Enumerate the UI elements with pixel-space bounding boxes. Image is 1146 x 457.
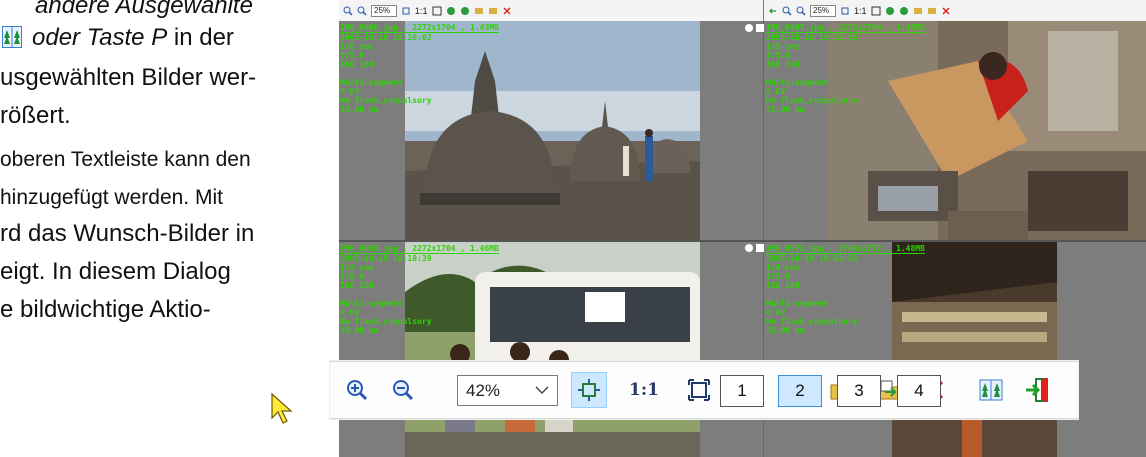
doc-line: eigt. In diesem Dialog (0, 258, 231, 286)
delete-icon[interactable] (502, 6, 512, 16)
move-to-icon[interactable] (488, 6, 498, 16)
doc-line: oder Taste P in der (2, 24, 234, 52)
indicator-square (756, 244, 764, 252)
exit-button[interactable] (1020, 372, 1054, 408)
exit-icon (1026, 378, 1048, 402)
doc-text: usgewählten Bilder wer- (0, 64, 257, 91)
layout-button-2[interactable]: 2 (778, 375, 822, 407)
zoom-in-icon[interactable] (343, 6, 353, 16)
doc-text: oberen Textleiste kann den (0, 148, 251, 171)
zoom-in-icon[interactable] (782, 6, 792, 16)
zoom-in-button[interactable] (340, 372, 374, 408)
zoom-value: 42% (466, 381, 501, 400)
doc-text: oder Taste P (32, 24, 168, 51)
pane-gap (1057, 242, 1146, 457)
mouse-cursor-icon (271, 392, 293, 424)
indicator-dot (745, 244, 753, 252)
layout-button-3[interactable]: 3 (837, 375, 881, 407)
layout-button-1[interactable]: 1 (720, 375, 764, 407)
exif-overlay: IMG_0888.jpg , 2272x1704 , 1.46MB 2005-1… (340, 244, 499, 335)
exif-overlay: IMG_0887.jpg , 2272x1704 , 1.48MB 2005-1… (766, 23, 925, 114)
doc-line: rd das Wunsch-Bilder in (0, 220, 254, 248)
doc-text: hinzugefügt werden. Mit (0, 186, 223, 209)
copy-to-icon[interactable] (913, 6, 923, 16)
fit-to-window-icon (578, 379, 600, 401)
compare-icon (2, 26, 22, 48)
move-to-icon[interactable] (927, 6, 937, 16)
chevron-down-icon (535, 386, 549, 395)
pane-indicators (745, 24, 764, 32)
zoom-out-icon[interactable] (796, 6, 806, 16)
pane-indicators (745, 244, 764, 252)
fit-to-window-button[interactable] (571, 372, 607, 408)
zoom-out-button[interactable] (386, 372, 420, 408)
fullscreen-icon[interactable] (871, 6, 881, 16)
copy-to-icon[interactable] (474, 6, 484, 16)
rotate-right-icon[interactable] (460, 6, 470, 16)
layout-button-4[interactable]: 4 (897, 375, 941, 407)
one-to-one-button[interactable]: 1:1 (624, 372, 664, 408)
compare-button[interactable] (974, 372, 1008, 408)
doc-line: usgewählten Bilder wer- (0, 64, 256, 92)
pane-divider-horizontal[interactable] (339, 240, 1146, 242)
mini-toolbar-left: 25% 1:1 (339, 0, 763, 21)
doc-text: rd das Wunsch-Bilder in (0, 220, 255, 247)
doc-text: eigt. In diesem Dialog (0, 258, 231, 285)
zoom-out-icon[interactable] (357, 6, 367, 16)
doc-text: andere Ausgewählte (35, 0, 253, 19)
document-text: andere Ausgewählte oder Taste P in der u… (0, 0, 336, 457)
rotate-left-icon[interactable] (446, 6, 456, 16)
one-to-one-label: 1:1 (629, 380, 659, 400)
fit-to-window-icon[interactable] (840, 6, 850, 16)
exif-filename: IMG_0971.jpg , 1704x2272 , 1.48MB (766, 244, 925, 254)
viewer-toolbar: 42% 1:1 90 90 (330, 361, 1078, 419)
rotate-right-icon[interactable] (899, 6, 909, 16)
exif-overlay: IMG_0971.jpg , 1704x2272 , 1.48MB 2005-1… (766, 244, 925, 335)
doc-text: e bildwichtige Aktio- (0, 296, 211, 323)
exif-filename: IMG_0888.jpg , 2272x1704 , 1.46MB (340, 244, 499, 254)
exif-filename: IMG_0887.jpg , 2272x1704 , 1.48MB (766, 23, 925, 33)
fullscreen-button[interactable] (682, 372, 716, 408)
zoom-select[interactable]: 42% (457, 375, 558, 406)
doc-line: rößert. (0, 102, 71, 130)
one-to-one-button[interactable]: 1:1 (415, 6, 428, 16)
zoom-in-icon (347, 380, 368, 401)
mini-toolbar-right: 25% 1:1 (764, 0, 1146, 21)
fullscreen-icon[interactable] (432, 6, 442, 16)
compare-icon (979, 379, 1003, 401)
doc-line: andere Ausgewählte (35, 0, 253, 20)
exif-details: 2005-10-19 10:52:03 1/4 sec f/5.6 ISO 10… (766, 254, 858, 335)
doc-line: oberen Textleiste kann den (0, 146, 251, 174)
indicator-square (756, 24, 764, 32)
exif-details: 2005-10-18 10:16:26 1/5 sec f/5.6 ISO 10… (766, 33, 858, 114)
doc-line: hinzugefügt werden. Mit (0, 184, 223, 212)
zoom-out-icon (393, 380, 414, 401)
delete-icon[interactable] (941, 6, 951, 16)
mini-zoom-select[interactable]: 25% (371, 4, 397, 17)
exif-details: 2005-10-18 10:18:39 1/4 sec f/5.6 ISO 10… (340, 254, 432, 335)
doc-text: rößert. (0, 102, 71, 129)
exif-filename: IMG_0886.jpg , 2272x1704 , 1.43MB (340, 23, 499, 33)
back-arrow-icon[interactable] (768, 6, 778, 16)
exif-overlay: IMG_0886.jpg , 2272x1704 , 1.43MB 2005-1… (340, 23, 499, 114)
mini-zoom-select[interactable]: 25% (810, 4, 836, 17)
rotate-left-icon[interactable] (885, 6, 895, 16)
doc-line: e bildwichtige Aktio- (0, 296, 211, 324)
indicator-dot (745, 24, 753, 32)
one-to-one-button[interactable]: 1:1 (854, 6, 867, 16)
fit-to-window-icon[interactable] (401, 6, 411, 16)
pane-gap (700, 242, 763, 457)
pane-gap (700, 21, 763, 240)
exif-details: 2005-10-18 10:16:02 1/6 sec f/5.6 ISO 10… (340, 33, 432, 114)
doc-text: in der (167, 24, 234, 51)
fullscreen-icon (688, 379, 710, 401)
